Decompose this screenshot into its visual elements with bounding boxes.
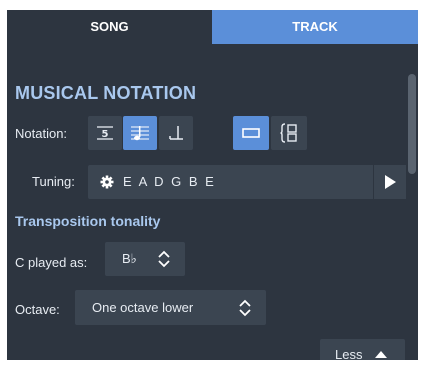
single-line-view-button[interactable] <box>233 116 269 150</box>
less-button[interactable]: Less <box>320 339 405 360</box>
gear-icon <box>100 175 114 189</box>
octave-select[interactable]: One octave lower <box>75 290 266 325</box>
standard-notation-button[interactable] <box>123 116 157 150</box>
tab-track[interactable]: TRACK <box>212 10 418 44</box>
section-title: MUSICAL NOTATION <box>15 83 197 103</box>
rhythm-note-icon <box>169 126 183 140</box>
tab-notation-button[interactable]: 5 <box>88 116 122 150</box>
caret-up-icon <box>375 351 387 358</box>
octave-label: Octave: <box>15 302 60 317</box>
standard-notation-icon <box>131 126 149 141</box>
less-button-label: Less <box>335 347 363 360</box>
c-played-as-label: C played as: <box>15 255 88 270</box>
tuning-label: Tuning: <box>32 174 75 189</box>
tuning-selector[interactable]: E A D G B E <box>88 165 406 199</box>
c-played-as-value: B♭ <box>122 251 137 266</box>
multi-line-view-icon <box>280 123 297 143</box>
notation-label: Notation: <box>15 126 68 141</box>
musical-notation-panel: SONG TRACK MUSICAL NOTATION Notation: 5 <box>7 10 418 360</box>
single-line-view-icon <box>242 128 260 138</box>
scrollbar-thumb[interactable] <box>408 74 416 174</box>
transposition-title: Transposition tonality <box>15 213 161 229</box>
tab-song[interactable]: SONG <box>7 10 212 44</box>
tab-bar: SONG TRACK <box>7 10 418 44</box>
scrollbar[interactable] <box>406 44 418 360</box>
octave-value: One octave lower <box>92 300 194 315</box>
tuning-value: E A D G B E <box>123 174 216 189</box>
up-down-chevron-icon <box>158 250 170 268</box>
play-icon <box>385 175 396 189</box>
rhythm-notation-button[interactable] <box>159 116 193 150</box>
c-played-as-select[interactable]: B♭ <box>105 242 185 276</box>
tab-number-icon: 5 <box>97 126 113 140</box>
svg-text:5: 5 <box>102 129 109 140</box>
up-down-chevron-icon <box>239 299 251 317</box>
multi-line-view-button[interactable] <box>271 116 307 150</box>
tuning-play-button[interactable] <box>373 165 406 199</box>
